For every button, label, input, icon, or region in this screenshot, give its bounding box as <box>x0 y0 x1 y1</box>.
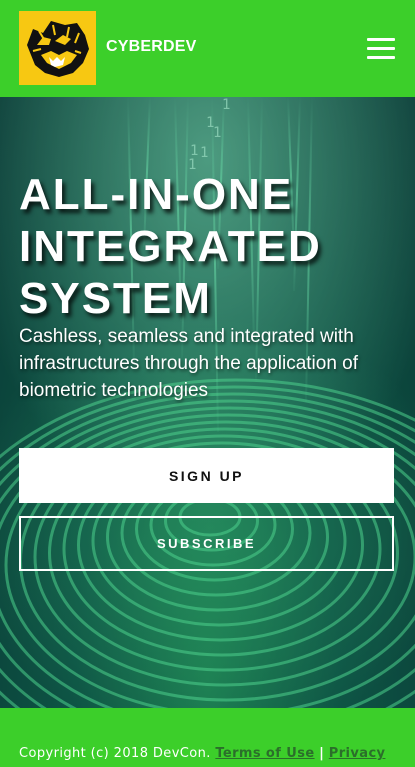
sign-up-button[interactable]: SIGN UP <box>19 448 394 503</box>
menu-bar <box>367 38 395 41</box>
brand-name[interactable]: CYBERDEV <box>106 38 197 56</box>
menu-bar <box>367 56 395 59</box>
subscribe-button[interactable]: SUBSCRIBE <box>19 516 394 571</box>
top-header: CYBERDEV <box>0 0 415 97</box>
copyright-text: Copyright (c) 2018 DevCon. <box>19 746 211 761</box>
terms-of-use-link[interactable]: Terms of Use <box>215 746 314 761</box>
footer-text: Copyright (c) 2018 DevCon. Terms of Use … <box>19 746 385 761</box>
privacy-link[interactable]: Privacy <box>329 746 386 761</box>
hero-subtitle: Cashless, seamless and integrated with i… <box>19 326 359 401</box>
footer-separator: | <box>319 746 325 761</box>
hero-section: 111111 ALL-IN-ONE INTEGRATED SYSTEM Cash… <box>0 97 415 708</box>
hamburger-menu-icon[interactable] <box>367 36 395 60</box>
tiger-logo-icon[interactable] <box>19 11 96 85</box>
footer: Copyright (c) 2018 DevCon. Terms of Use … <box>0 708 415 767</box>
hero-title: ALL-IN-ONE INTEGRATED SYSTEM <box>19 170 322 323</box>
page: CYBERDEV 1 1 1 1 1 1 ALL-IN-ONE INTEGRAT… <box>0 0 415 767</box>
menu-bar <box>367 47 395 50</box>
